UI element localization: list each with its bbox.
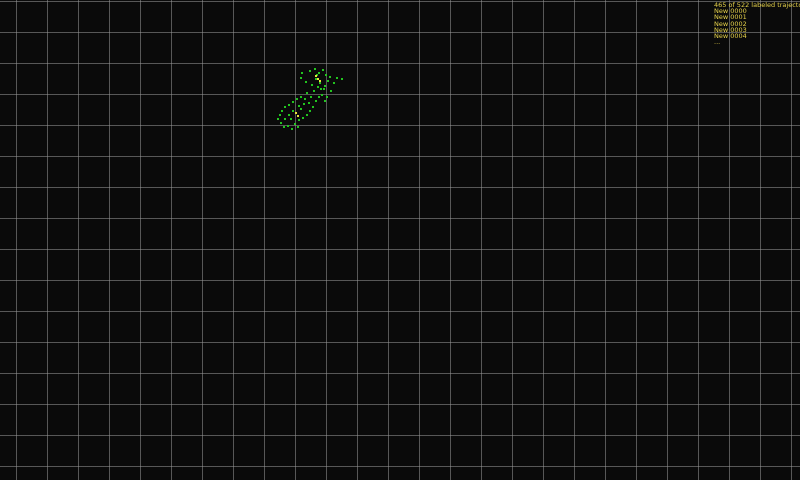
marker-point[interactable] xyxy=(306,114,308,116)
marker-point[interactable] xyxy=(318,72,320,74)
marker-point[interactable] xyxy=(310,96,312,98)
marker-point[interactable] xyxy=(325,74,327,76)
selected-marker-point[interactable] xyxy=(319,80,321,82)
trajectory-more-indicator: ... xyxy=(714,38,721,46)
marker-point[interactable] xyxy=(301,72,303,74)
marker-point[interactable] xyxy=(309,110,311,112)
marker-point[interactable] xyxy=(284,106,286,108)
marker-point[interactable] xyxy=(324,100,326,102)
trajectory-overlay: 465 of 522 labeled trajectories n New 00… xyxy=(714,2,800,45)
marker-point[interactable] xyxy=(284,118,286,120)
marker-point[interactable] xyxy=(302,117,304,119)
marker-point[interactable] xyxy=(319,82,321,84)
marker-point[interactable] xyxy=(296,98,298,100)
marker-point[interactable] xyxy=(300,77,302,79)
marker-point[interactable] xyxy=(323,88,325,90)
marker-point[interactable] xyxy=(288,114,290,116)
marker-point[interactable] xyxy=(305,81,307,83)
marker-point[interactable] xyxy=(303,103,305,105)
marker-point[interactable] xyxy=(291,128,293,130)
marker-point[interactable] xyxy=(280,122,282,124)
marker-point[interactable] xyxy=(333,82,335,84)
marker-point[interactable] xyxy=(294,123,296,125)
marker-point[interactable] xyxy=(277,118,279,120)
marker-point[interactable] xyxy=(292,101,294,103)
marker-point[interactable] xyxy=(279,114,281,116)
marker-point[interactable] xyxy=(341,78,343,80)
marker-point[interactable] xyxy=(324,85,326,87)
marker-point[interactable] xyxy=(287,125,289,127)
selected-marker-point[interactable] xyxy=(295,112,297,114)
marker-point[interactable] xyxy=(308,102,310,104)
marker-point[interactable] xyxy=(281,110,283,112)
marker-point[interactable] xyxy=(311,84,313,86)
marker-point[interactable] xyxy=(306,92,308,94)
marker-point[interactable] xyxy=(326,96,328,98)
marker-point[interactable] xyxy=(330,90,332,92)
marker-point[interactable] xyxy=(312,106,314,108)
selected-marker-point[interactable] xyxy=(315,75,317,77)
marker-point[interactable] xyxy=(313,90,315,92)
marker-point[interactable] xyxy=(329,76,331,78)
marker-point[interactable] xyxy=(290,118,292,120)
marker-point[interactable] xyxy=(314,68,316,70)
marker-point[interactable] xyxy=(336,77,338,79)
selected-marker-point[interactable] xyxy=(297,115,299,117)
marker-point[interactable] xyxy=(321,94,323,96)
marker-point[interactable] xyxy=(288,104,290,106)
marker-point[interactable] xyxy=(322,69,324,71)
marker-point[interactable] xyxy=(315,100,317,102)
marker-point[interactable] xyxy=(315,78,317,80)
marker-point[interactable] xyxy=(309,70,311,72)
marker-point[interactable] xyxy=(300,108,302,110)
marker-point[interactable] xyxy=(327,80,329,82)
marker-point[interactable] xyxy=(318,96,320,98)
marker-point[interactable] xyxy=(297,126,299,128)
3d-viewport[interactable] xyxy=(0,0,800,480)
marker-point[interactable] xyxy=(320,88,322,90)
marker-point[interactable] xyxy=(298,119,300,121)
selected-marker-point[interactable] xyxy=(317,78,319,80)
marker-point[interactable] xyxy=(283,126,285,128)
marker-point[interactable] xyxy=(304,98,306,100)
marker-point[interactable] xyxy=(300,96,302,98)
marker-point[interactable] xyxy=(292,110,294,112)
marker-cloud xyxy=(277,68,343,130)
marker-point[interactable] xyxy=(317,86,319,88)
marker-point[interactable] xyxy=(298,105,300,107)
